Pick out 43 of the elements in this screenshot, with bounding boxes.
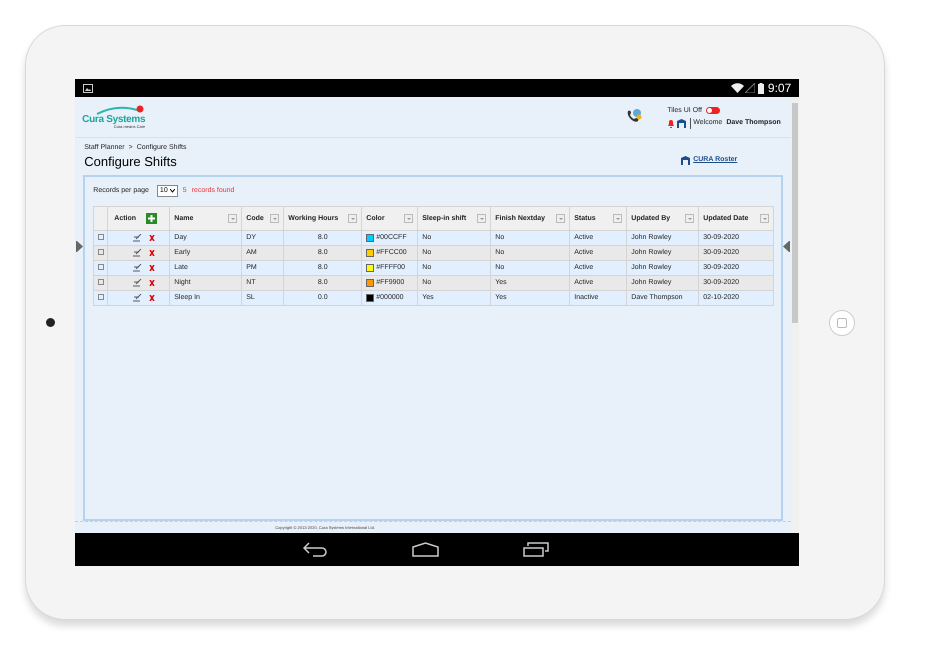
home-icon[interactable] [681, 156, 690, 165]
expand-icon[interactable] [98, 279, 104, 286]
bell-icon[interactable] [667, 118, 676, 128]
filter-icon[interactable] [404, 214, 414, 224]
chevron-down-icon [170, 189, 175, 193]
wifi-icon [730, 83, 744, 93]
filter-icon[interactable] [270, 214, 280, 224]
chevron-left-icon[interactable] [76, 241, 84, 252]
filter-icon[interactable] [556, 214, 566, 224]
filter-icon[interactable] [685, 214, 694, 224]
edit-icon[interactable] [132, 234, 142, 242]
expand-icon[interactable] [98, 294, 104, 300]
signal-icon [744, 83, 755, 93]
add-button[interactable] [146, 213, 158, 224]
filter-icon[interactable] [228, 214, 238, 224]
camera-icon [46, 318, 56, 327]
clock: 9:07 [768, 80, 792, 97]
chevron-right-icon[interactable] [783, 241, 790, 252]
filter-icon[interactable] [348, 214, 358, 224]
delete-icon[interactable] [148, 235, 155, 242]
expand-icon[interactable] [98, 249, 104, 256]
home-icon[interactable] [677, 118, 686, 128]
edit-icon[interactable] [132, 249, 142, 258]
edit-icon[interactable] [132, 279, 142, 288]
edit-icon[interactable] [132, 264, 142, 272]
home-icon[interactable] [412, 542, 440, 557]
edit-icon[interactable] [132, 294, 142, 302]
back-icon[interactable] [303, 542, 328, 557]
expand-icon[interactable] [98, 234, 104, 240]
plus-icon [148, 215, 156, 222]
page-title: Configure Shifts [84, 154, 178, 170]
battery-icon [758, 82, 764, 94]
delete-icon[interactable] [148, 295, 155, 302]
delete-icon[interactable] [148, 280, 155, 286]
recent-apps-icon[interactable] [523, 542, 550, 557]
filter-icon[interactable] [477, 214, 486, 224]
delete-icon[interactable] [148, 265, 155, 272]
image-icon [83, 84, 94, 92]
delete-icon[interactable] [148, 250, 155, 256]
expand-icon[interactable] [98, 264, 104, 270]
filter-icon[interactable] [613, 214, 622, 224]
filter-icon[interactable] [760, 214, 770, 224]
tiles-toggle[interactable] [706, 107, 720, 114]
